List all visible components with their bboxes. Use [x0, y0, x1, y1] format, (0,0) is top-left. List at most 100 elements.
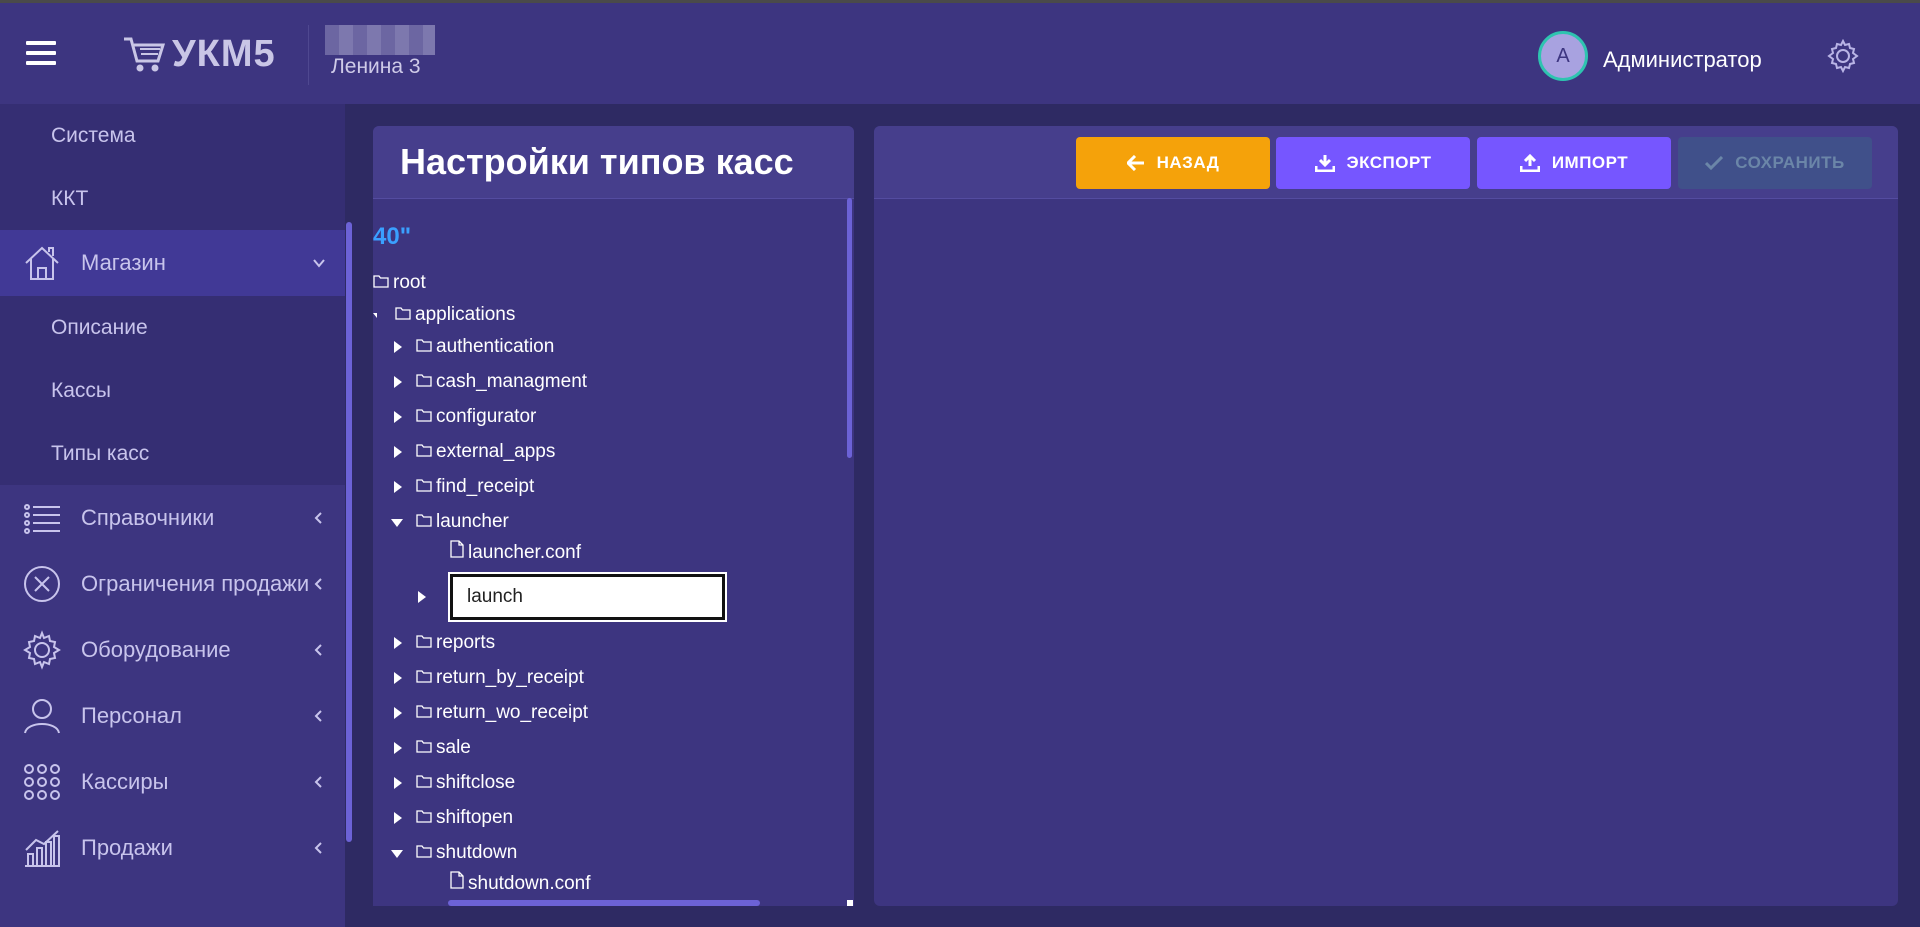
tree-node-configurator[interactable]: configurator — [390, 402, 536, 432]
caret-right-icon[interactable] — [390, 733, 406, 763]
tree-node-sale[interactable]: sale — [390, 733, 471, 763]
page-title: Настройки типов касс — [373, 126, 854, 199]
tree-node-external-apps[interactable]: external_apps — [390, 437, 555, 467]
sidebar-item-description[interactable]: Описание — [0, 296, 345, 359]
tree-node-launcher-conf[interactable]: launcher.conf — [450, 538, 581, 568]
tree-node-label: cash_managment — [436, 371, 588, 393]
tree-node-reports[interactable]: reports — [390, 628, 495, 658]
user-name[interactable]: Администратор — [1603, 47, 1762, 73]
gear-icon — [23, 630, 61, 670]
sidebar-item-label: Продажи — [81, 835, 173, 860]
tree-node-launcher[interactable]: launcher — [390, 507, 509, 537]
editor-panel: НАЗАД ЭКСПОРТ ИМПОРТ СОХРАНИТЬ — [874, 126, 1898, 906]
tree-node-label: launcher.conf — [468, 542, 582, 564]
sidebar-item-sales[interactable]: Продажи — [0, 815, 345, 881]
caret-down-icon[interactable] — [373, 300, 395, 330]
export-button[interactable]: ЭКСПОРТ — [1276, 137, 1470, 189]
header-divider — [308, 25, 309, 85]
folder-icon — [416, 768, 432, 798]
store-blurred-label — [325, 25, 435, 55]
sidebar-item-staff[interactable]: Персонал — [0, 683, 345, 749]
store-name[interactable]: Ленина 3 — [331, 55, 421, 79]
sidebar-item-sale-restrictions[interactable]: Ограничения продажи — [0, 551, 345, 617]
sidebar-item-store[interactable]: Магазин — [0, 230, 345, 296]
save-button[interactable]: СОХРАНИТЬ — [1678, 137, 1872, 189]
chevron-left-icon — [314, 578, 322, 590]
chevron-left-icon — [314, 776, 322, 788]
rename-node-input[interactable] — [448, 572, 727, 622]
back-label: НАЗАД — [1156, 153, 1220, 172]
export-label: ЭКСПОРТ — [1346, 153, 1432, 172]
tree-horizontal-scrollbar[interactable] — [448, 900, 760, 906]
caret-right-icon[interactable] — [390, 402, 406, 432]
sidebar-item-system[interactable]: Система — [0, 104, 345, 167]
sidebar-item-directories[interactable]: Справочники — [0, 485, 345, 551]
list-icon — [24, 504, 60, 534]
sidebar: Система ККТ Магазин Описание Кассы Типы … — [0, 104, 345, 927]
tree-node-shutdown-conf[interactable]: shutdown.conf — [450, 869, 591, 899]
tree-node-cash-managment[interactable]: cash_managment — [390, 367, 587, 397]
caret-right-icon[interactable] — [390, 698, 406, 728]
tree-node-shiftopen[interactable]: shiftopen — [390, 803, 513, 833]
hamburger-menu-icon[interactable] — [26, 41, 56, 65]
file-icon — [450, 869, 464, 899]
folder-icon — [416, 663, 432, 693]
tree-node-return-wo-receipt[interactable]: return_wo_receipt — [390, 698, 588, 728]
sidebar-scrollbar[interactable] — [346, 222, 352, 842]
caret-right-icon[interactable] — [390, 663, 406, 693]
tree-node-label: shiftclose — [436, 772, 516, 794]
sidebar-item-label: Магазин — [81, 250, 166, 275]
sidebar-item-equipment[interactable]: Оборудование — [0, 617, 345, 683]
tree-node-label: launcher — [436, 511, 509, 533]
caret-right-icon[interactable] — [390, 437, 406, 467]
tree-node-find-receipt[interactable]: find_receipt — [390, 472, 534, 502]
folder-icon — [416, 437, 432, 467]
folder-icon — [416, 803, 432, 833]
caret-right-icon[interactable] — [390, 803, 406, 833]
tree-node-label: return_wo_receipt — [436, 702, 589, 724]
folder-icon — [416, 402, 432, 432]
save-label: СОХРАНИТЬ — [1735, 153, 1845, 172]
tree-node-label: shiftopen — [436, 807, 514, 829]
caret-right-icon[interactable] — [390, 768, 406, 798]
caret-right-icon[interactable] — [390, 367, 406, 397]
settings-gear-icon[interactable] — [1826, 39, 1860, 73]
sidebar-item-register-types[interactable]: Типы касс — [0, 422, 345, 485]
tree-node-applications[interactable]: applications — [373, 300, 515, 330]
caret-right-icon[interactable] — [414, 582, 430, 612]
back-button[interactable]: НАЗАД — [1076, 137, 1270, 189]
tree-node-authentication[interactable]: authentication — [390, 332, 554, 362]
sidebar-item-cashiers[interactable]: Кассиры — [0, 749, 345, 815]
sidebar-item-kkt[interactable]: ККТ — [0, 167, 345, 230]
caret-down-icon[interactable] — [390, 507, 406, 537]
caret-right-icon[interactable] — [390, 332, 406, 362]
folder-icon — [395, 300, 411, 330]
file-icon — [450, 538, 464, 568]
folder-icon — [373, 268, 389, 298]
house-icon — [25, 246, 59, 280]
import-button[interactable]: ИМПОРТ — [1477, 137, 1671, 189]
tree-node-shutdown[interactable]: shutdown — [390, 838, 517, 868]
sidebar-item-cash-registers[interactable]: Кассы — [0, 359, 345, 422]
folder-icon — [416, 507, 432, 537]
tree-node-return-by-receipt[interactable]: return_by_receipt — [390, 663, 584, 693]
tree-node-label: shutdown.conf — [468, 873, 591, 895]
chevron-left-icon — [314, 512, 322, 524]
caret-right-icon[interactable] — [390, 472, 406, 502]
caret-down-icon[interactable] — [390, 838, 406, 868]
tree-node-shiftclose[interactable]: shiftclose — [390, 768, 515, 798]
tree-node-label: applications — [415, 304, 516, 326]
tree-node-root[interactable]: root — [373, 268, 426, 298]
sidebar-item-label: Персонал — [81, 703, 182, 728]
tree-node-label: external_apps — [436, 441, 556, 463]
chart-icon — [25, 830, 60, 867]
tree-node-new-caret[interactable] — [414, 582, 430, 612]
tree-vertical-scrollbar[interactable] — [847, 198, 852, 458]
folder-icon — [416, 367, 432, 397]
sidebar-item-label: Кассиры — [81, 769, 169, 794]
avatar[interactable]: А — [1538, 31, 1588, 81]
app-logo[interactable]: УКМ5 — [122, 33, 276, 76]
chevron-left-icon — [314, 710, 322, 722]
caret-right-icon[interactable] — [390, 628, 406, 658]
sidebar-item-label: Справочники — [81, 505, 215, 530]
